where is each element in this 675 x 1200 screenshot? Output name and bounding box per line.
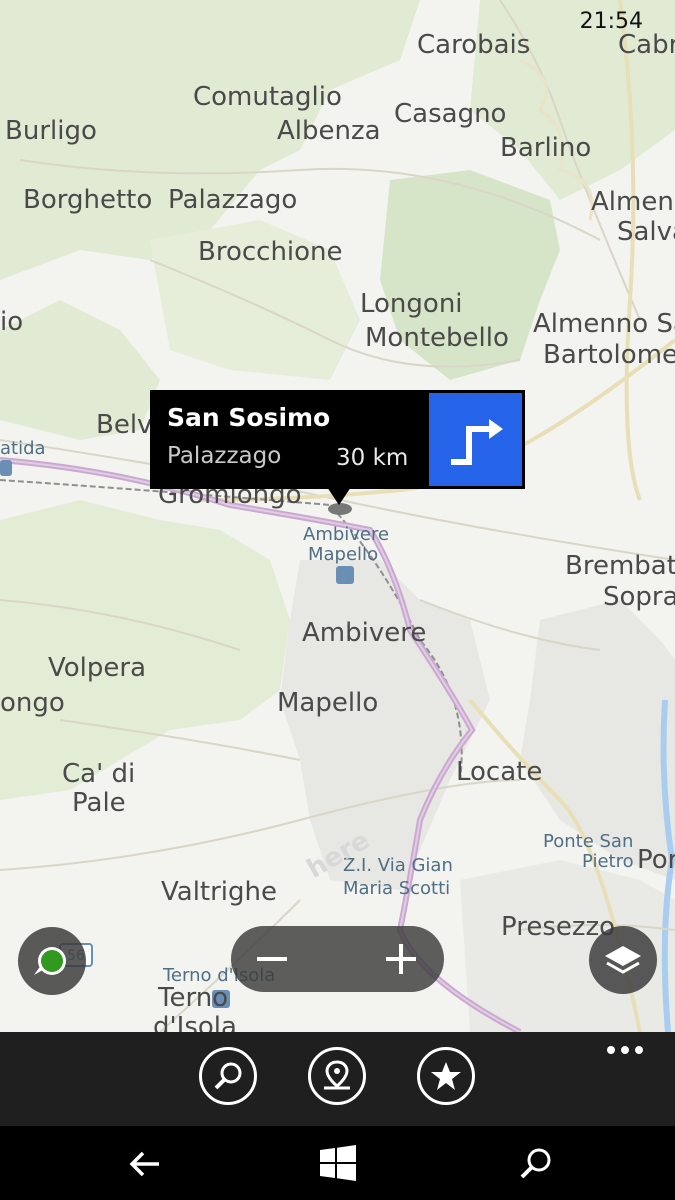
callout-title: San Sosimo [167, 403, 331, 432]
place-label: Terno [158, 983, 229, 1013]
place-label: Belv [96, 410, 153, 440]
place-label: Montebello [365, 323, 509, 353]
place-label: Valtrighe [161, 877, 278, 907]
place-label: Albenza [277, 116, 381, 146]
start-button[interactable] [318, 1144, 358, 1184]
layers-icon [605, 946, 641, 974]
callout-distance: 30 km [336, 445, 409, 471]
station-label: Ambivere [303, 524, 390, 545]
place-label: Borghetto [23, 185, 153, 215]
place-label: Ponte San [543, 831, 634, 852]
place-label: Carobais [417, 30, 531, 60]
place-label: Volpera [48, 653, 147, 683]
place-label: Burligo [5, 116, 97, 146]
place-label: ongo [0, 688, 65, 718]
place-label: Casagno [394, 99, 507, 129]
place-label: Brembate [565, 551, 675, 581]
place-label: Pale [72, 788, 126, 818]
place-label: Por [637, 845, 675, 875]
place-label: Ambivere [302, 618, 427, 648]
place-callout[interactable]: San Sosimo Palazzago 30 km [150, 390, 525, 505]
zoom-control [231, 926, 444, 992]
favorites-star-icon [431, 1062, 461, 1090]
place-label: Sopra [603, 582, 675, 612]
place-label: Maria Scotti [343, 878, 451, 899]
search-button[interactable] [199, 1047, 257, 1105]
minus-icon [257, 957, 287, 961]
more-options-button[interactable] [605, 1042, 645, 1056]
turn-right-arrow-icon [451, 419, 503, 465]
plus-icon [386, 944, 416, 974]
place-label: Locate [456, 757, 543, 787]
place-label: Almen [591, 187, 674, 217]
layers-button[interactable] [589, 926, 657, 994]
search-nav-button[interactable] [516, 1144, 556, 1184]
back-button[interactable] [125, 1144, 165, 1184]
app-bar [0, 1032, 675, 1126]
callout-pointer [327, 487, 351, 505]
place-label: Mapello [277, 688, 379, 718]
place-label: Bartolome [543, 340, 675, 370]
place-label: Salva [617, 217, 675, 247]
place-label: atida [0, 438, 46, 459]
place-label: Palazzago [168, 185, 298, 215]
system-nav-bar [0, 1126, 675, 1200]
place-label: Ca' di [62, 759, 136, 789]
places-button[interactable] [308, 1047, 366, 1105]
windows-start-icon [320, 1145, 356, 1181]
search-icon [214, 1062, 242, 1090]
place-label: Comutaglio [193, 82, 342, 112]
place-label: d'Isola [153, 1012, 237, 1032]
place-label: io [0, 307, 24, 337]
ellipsis-icon [607, 1046, 643, 1054]
my-location-button[interactable] [18, 927, 86, 995]
favorites-button[interactable] [417, 1047, 475, 1105]
place-label: Cabr [618, 30, 675, 60]
callout-subtitle: Palazzago [167, 443, 282, 469]
zoom-out-button[interactable] [237, 926, 307, 992]
directions-button[interactable] [429, 393, 522, 486]
place-label: Barlino [500, 133, 592, 163]
place-label: Almenno Sa [533, 309, 675, 339]
place-label: Longoni [360, 289, 463, 319]
zoom-in-button[interactable] [366, 926, 436, 992]
place-label: Pietro [582, 851, 634, 872]
green-location-dot-icon [34, 947, 66, 975]
back-icon [129, 1151, 159, 1177]
station-label: Mapello [308, 544, 379, 565]
search-icon [520, 1148, 551, 1179]
place-label: Brocchione [198, 237, 343, 267]
map-view[interactable]: 56 21:54 Carobais Cabr Comutaglio Casagn… [0, 0, 675, 1032]
places-pin-icon [324, 1060, 350, 1090]
